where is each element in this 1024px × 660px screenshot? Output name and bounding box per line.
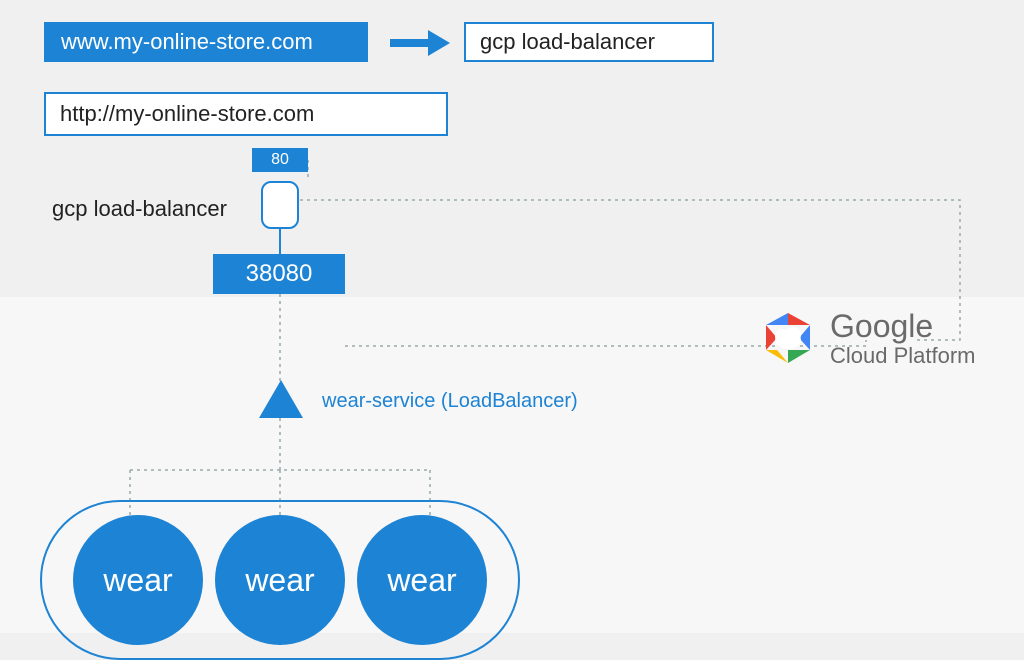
lb-node-box <box>261 181 299 229</box>
gcp-lb-target-text: gcp load-balancer <box>480 29 655 55</box>
gcp-lb-target-box: gcp load-balancer <box>464 22 714 62</box>
url-box: http://my-online-store.com <box>44 92 448 136</box>
pod-label: wear <box>103 562 172 599</box>
domain-name-box: www.my-online-store.com <box>44 22 368 62</box>
external-port-badge: 80 <box>252 148 308 172</box>
pod-group: wear wear wear <box>40 500 520 660</box>
cloud-brand-name: Google <box>830 310 976 344</box>
node-port-badge: 38080 <box>213 254 345 294</box>
lb-node-label: gcp load-balancer <box>52 196 227 222</box>
url-text: http://my-online-store.com <box>60 101 314 127</box>
external-port-text: 80 <box>271 151 289 168</box>
pod-label: wear <box>387 562 456 599</box>
cloud-brand-product: Cloud Platform <box>830 344 976 367</box>
service-label: wear-service (LoadBalancer) <box>322 390 578 413</box>
node-port-text: 38080 <box>246 260 313 287</box>
diagram-canvas: www.my-online-store.com gcp load-balance… <box>0 0 1024 633</box>
pod: wear <box>357 515 487 645</box>
pod-label: wear <box>245 562 314 599</box>
pod: wear <box>215 515 345 645</box>
cloud-brand: Google Cloud Platform <box>760 310 976 367</box>
pod: wear <box>73 515 203 645</box>
domain-name-text: www.my-online-store.com <box>61 29 313 55</box>
arrow-right-icon <box>390 30 450 56</box>
service-triangle-icon <box>259 380 303 418</box>
google-cloud-hexagon-icon <box>760 310 816 366</box>
